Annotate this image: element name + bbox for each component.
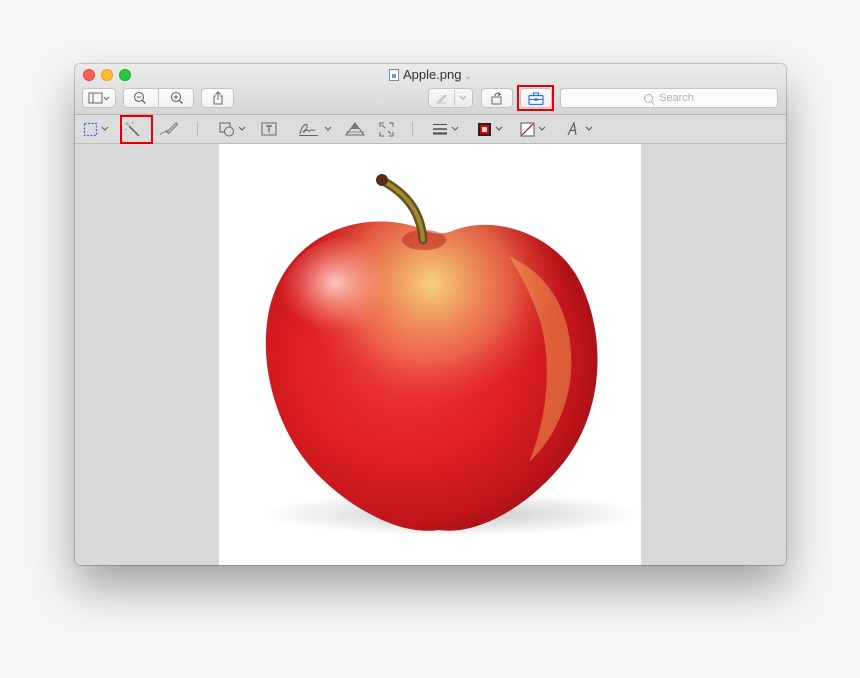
image-document-icon: [388, 69, 399, 81]
rotate-icon: [491, 92, 502, 105]
share-button[interactable]: [201, 88, 234, 108]
border-color-icon: [478, 122, 491, 136]
shapes-icon: [219, 122, 234, 136]
adjust-color-button[interactable]: [345, 119, 365, 139]
resize-icon: [379, 122, 394, 136]
highlighter-icon: [436, 94, 447, 104]
preview-window: Apple.png ⌄ Search: [75, 64, 786, 565]
text-style-button[interactable]: [566, 119, 593, 139]
titlebar: Apple.png ⌄ Search: [75, 64, 786, 115]
text-box-icon: [261, 122, 277, 136]
markup-toolbar: [75, 115, 786, 144]
text-style-icon: [567, 121, 577, 136]
apple-image: [264, 174, 644, 536]
fill-color-button[interactable]: [520, 119, 546, 139]
chevron-down-icon: [324, 126, 332, 131]
window-title[interactable]: Apple.png ⌄: [75, 67, 786, 84]
chevron-down-icon: [238, 126, 246, 131]
sidebar-icon: [88, 92, 110, 104]
toolbar-divider: [197, 122, 198, 136]
share-icon: [213, 91, 222, 105]
segment-divider: [454, 90, 455, 106]
sidebar-view-button[interactable]: [82, 88, 116, 108]
selection-tools-button[interactable]: [83, 119, 109, 139]
zoom-in-icon[interactable]: [170, 91, 184, 105]
shapes-button[interactable]: [219, 119, 246, 139]
sign-button[interactable]: [298, 119, 332, 139]
sketch-pen-icon: [159, 122, 179, 136]
chevron-down-icon: [538, 126, 546, 131]
chevron-down-icon: [459, 95, 467, 100]
chevron-down-icon: [101, 126, 109, 131]
line-style-icon: [433, 124, 447, 135]
search-field[interactable]: Search: [560, 88, 778, 108]
text-button[interactable]: [261, 119, 277, 139]
toolbox-button-highlight: [517, 85, 554, 111]
adjust-color-icon: [345, 122, 365, 136]
rectangular-selection-icon: [83, 122, 98, 136]
chevron-down-icon: [451, 126, 459, 131]
rotate-button[interactable]: [481, 88, 513, 108]
segment-divider: [157, 89, 159, 107]
document-area: [75, 144, 786, 565]
shape-style-button[interactable]: [432, 119, 459, 139]
search-placeholder: Search: [659, 92, 694, 104]
toolbar-divider: [412, 122, 413, 136]
highlight-button[interactable]: [428, 88, 473, 108]
chevron-down-icon: [585, 126, 593, 131]
chevron-down-icon: ⌄: [464, 71, 473, 81]
sketch-button[interactable]: [159, 119, 179, 139]
window-title-text: Apple.png: [402, 67, 462, 82]
signature-icon: [299, 123, 318, 136]
fill-color-icon: [520, 122, 535, 136]
zoom-segmented-control: [123, 88, 194, 108]
search-icon: [644, 93, 654, 103]
border-color-button[interactable]: [477, 119, 503, 139]
image-canvas[interactable]: [219, 144, 644, 565]
adjust-size-button[interactable]: [379, 119, 394, 139]
zoom-out-icon[interactable]: [133, 91, 147, 105]
chevron-down-icon: [495, 126, 503, 131]
instant-alpha-highlight: [120, 115, 153, 144]
